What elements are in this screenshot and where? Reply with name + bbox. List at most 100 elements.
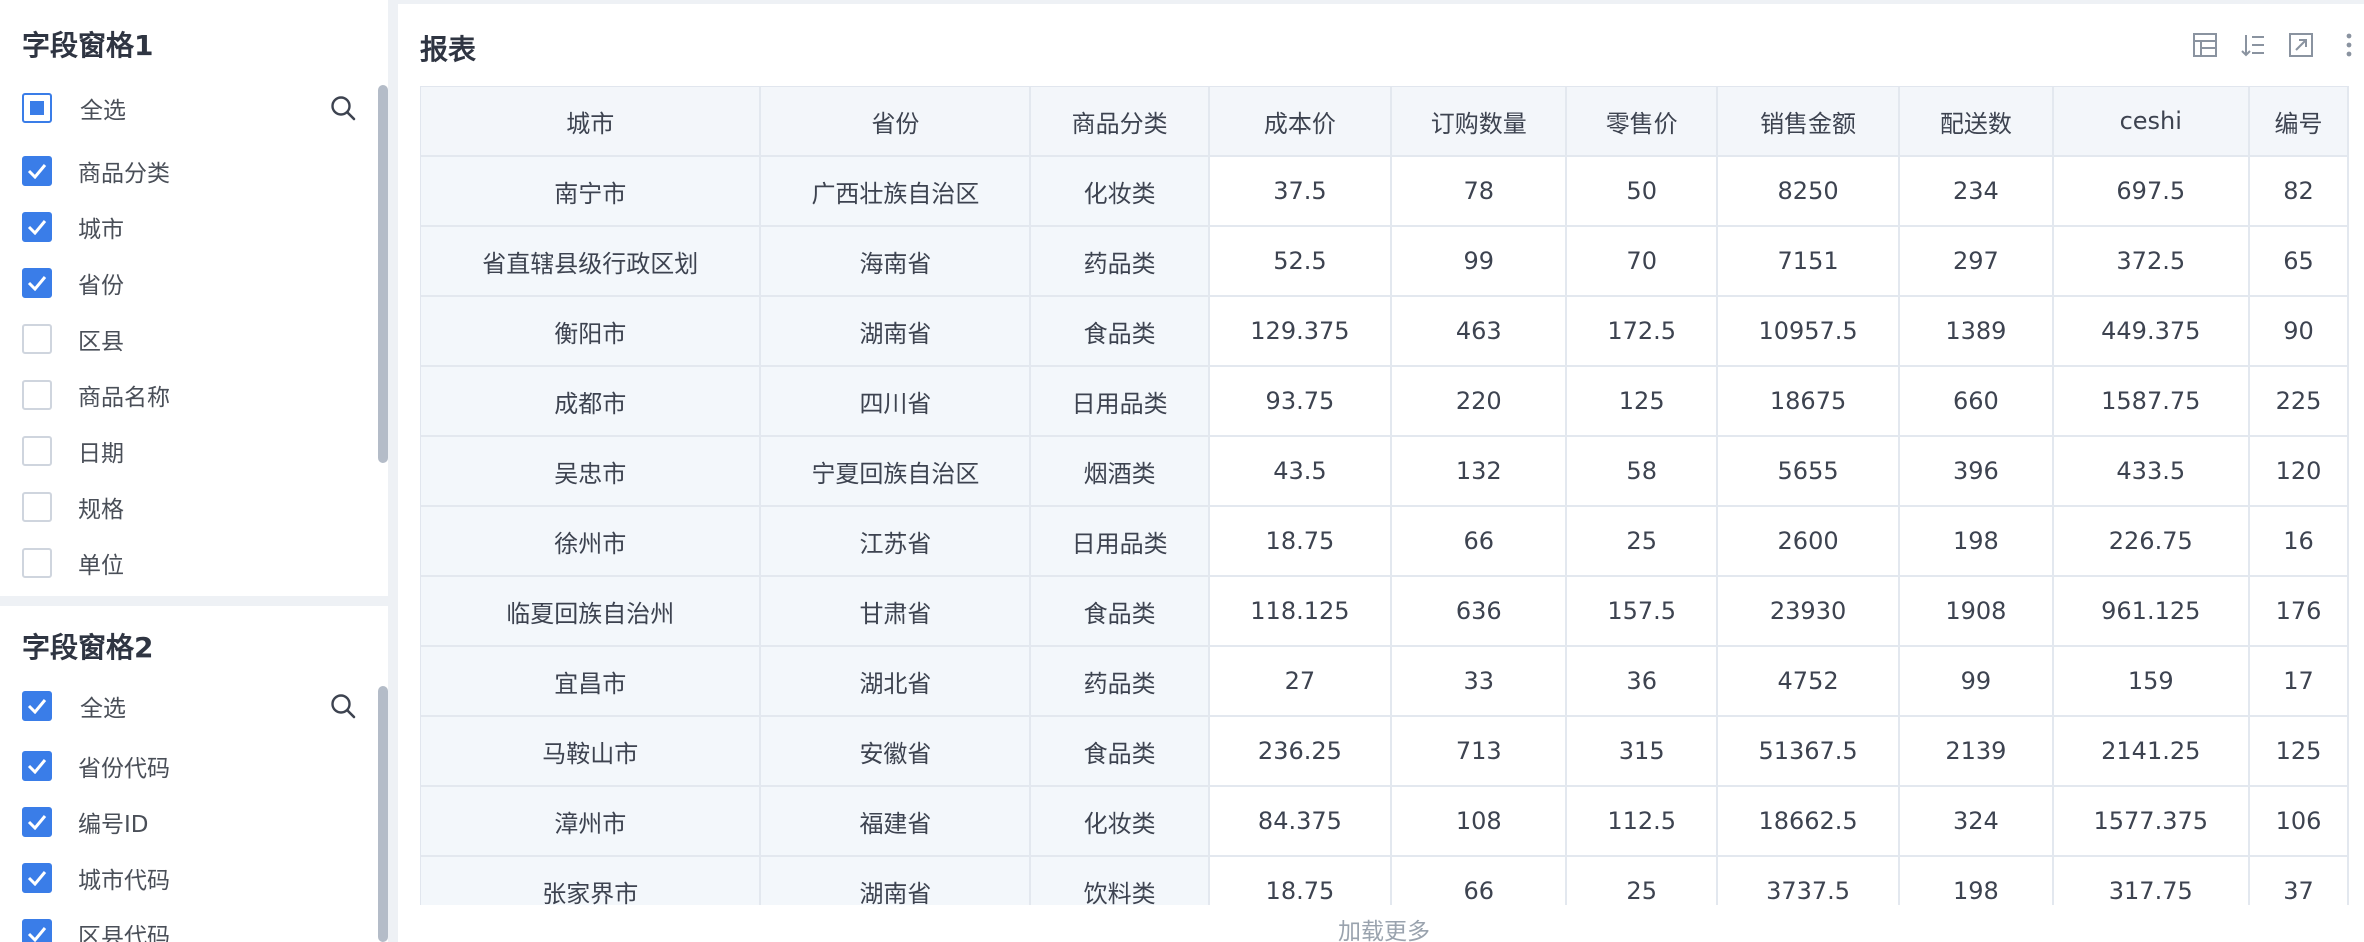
table-row[interactable]: 成都市 四川省 日用品类 93.75 220 125 18675 660 1587.75 225: [421, 366, 2349, 437]
load-more-link[interactable]: 加载更多: [420, 912, 2348, 942]
field-checkbox[interactable]: [22, 492, 52, 522]
table-row[interactable]: 临夏回族自治州 甘肃省 食品类 118.125 636 157.5 23930 1908 961…: [421, 576, 2349, 647]
field-item[interactable]: 区县代码: [22, 918, 170, 942]
table-cell: 临夏回族自治州: [421, 576, 762, 647]
field-checkbox[interactable]: [22, 436, 52, 466]
column-header[interactable]: 销售金额: [1716, 87, 1901, 157]
field-item[interactable]: 单位: [22, 547, 124, 579]
table-row[interactable]: 漳州市 福建省 化妆类 84.375 108 112.5 18662.5 324 1577.37…: [421, 786, 2349, 857]
report-panel: 报表 城市 省份 商品分类 成本价 订购数量 零售价 销售金额 配送数 ceshi 编号 南宁市广…: [398, 4, 2364, 942]
column-header[interactable]: 城市: [421, 87, 762, 157]
column-header[interactable]: 成本价: [1208, 87, 1393, 157]
select-all-row[interactable]: 全选: [22, 92, 126, 124]
field-item[interactable]: 城市: [22, 211, 124, 243]
table-cell: 张家界市: [421, 856, 762, 905]
select-all-checkbox[interactable]: [22, 93, 52, 123]
field-item[interactable]: 商品名称: [22, 379, 170, 411]
column-header[interactable]: 商品分类: [1030, 87, 1210, 157]
field-panel-1: 字段窗格1 全选 商品分类 城市 省份 区县 商品名称 日期 规格 单位: [0, 0, 388, 596]
table-cell: 湖北省: [760, 646, 1032, 717]
field-label: 区县: [78, 329, 124, 355]
field-checkbox[interactable]: [22, 156, 52, 186]
scrollbar[interactable]: [378, 686, 388, 942]
table-row[interactable]: 张家界市 湖南省 饮料类 18.75 66 25 3737.5 198 317.75 37: [421, 856, 2349, 905]
table-cell: 5655: [1716, 436, 1901, 507]
table-cell: 225: [2248, 366, 2349, 437]
column-header[interactable]: 订购数量: [1391, 87, 1568, 157]
table-cell: 食品类: [1030, 296, 1210, 367]
table-cell: 697.5: [2052, 156, 2250, 227]
table-cell: 58: [1566, 436, 1718, 507]
field-checkbox[interactable]: [22, 751, 52, 781]
table-cell: 湖南省: [760, 296, 1032, 367]
table-cell: 43.5: [1208, 436, 1393, 507]
search-icon[interactable]: [328, 691, 358, 721]
field-checkbox[interactable]: [22, 807, 52, 837]
field-item[interactable]: 编号ID: [22, 806, 149, 838]
table-cell: 66: [1391, 856, 1568, 905]
report-table-container[interactable]: 城市 省份 商品分类 成本价 订购数量 零售价 销售金额 配送数 ceshi 编号 南宁市 广西壮族…: [420, 86, 2349, 905]
field-checkbox[interactable]: [22, 919, 52, 942]
more-icon[interactable]: [2334, 30, 2364, 60]
field-item[interactable]: 日期: [22, 435, 124, 467]
field-label: 省份: [78, 273, 124, 299]
column-header[interactable]: ceshi: [2052, 87, 2250, 157]
field-item[interactable]: 商品分类: [22, 155, 170, 187]
select-all-checkbox[interactable]: [22, 691, 52, 721]
field-item[interactable]: 省份: [22, 267, 124, 299]
table-row[interactable]: 马鞍山市 安徽省 食品类 236.25 713 315 51367.5 2139 2141.25…: [421, 716, 2349, 787]
table-cell: 食品类: [1030, 576, 1210, 647]
table-cell: 99: [1391, 226, 1568, 297]
field-checkbox[interactable]: [22, 212, 52, 242]
table-cell: 449.375: [2052, 296, 2250, 367]
table-cell: 70: [1566, 226, 1718, 297]
field-checkbox[interactable]: [22, 324, 52, 354]
field-checkbox[interactable]: [22, 380, 52, 410]
layout-icon[interactable]: [2190, 30, 2220, 60]
field-checkbox[interactable]: [22, 548, 52, 578]
table-row[interactable]: 南宁市 广西壮族自治区 化妆类 37.5 78 50 8250 234 697.5 82: [421, 156, 2349, 227]
expand-icon[interactable]: [2286, 30, 2316, 60]
table-row[interactable]: 徐州市 江苏省 日用品类 18.75 66 25 2600 198 226.75 16: [421, 506, 2349, 577]
table-cell: 食品类: [1030, 716, 1210, 787]
table-cell: 宜昌市: [421, 646, 762, 717]
column-header[interactable]: 编号: [2248, 87, 2349, 157]
column-header[interactable]: 零售价: [1566, 87, 1718, 157]
field-label: 规格: [78, 497, 124, 523]
select-all-row[interactable]: 全选: [22, 690, 126, 722]
table-row[interactable]: 宜昌市 湖北省 药品类 27 33 36 4752 99 159 17: [421, 646, 2349, 717]
table-cell: 226.75: [2052, 506, 2250, 577]
field-item[interactable]: 省份代码: [22, 750, 170, 782]
table-row[interactable]: 吴忠市 宁夏回族自治区 烟酒类 43.5 132 58 5655 396 433.5 120: [421, 436, 2349, 507]
table-cell: 159: [2052, 646, 2250, 717]
table-cell: 317.75: [2052, 856, 2250, 905]
table-cell: 198: [1899, 506, 2054, 577]
field-item[interactable]: 区县: [22, 323, 124, 355]
table-row[interactable]: 衡阳市 湖南省 食品类 129.375 463 172.5 10957.5 1389 449.3…: [421, 296, 2349, 367]
search-icon[interactable]: [328, 93, 358, 123]
table-cell: 1587.75: [2052, 366, 2250, 437]
field-label: 日期: [78, 441, 124, 467]
table-cell: 25: [1566, 506, 1718, 577]
table-cell: 82: [2248, 156, 2349, 227]
table-cell: 18.75: [1208, 856, 1393, 905]
table-cell: 132: [1391, 436, 1568, 507]
column-header[interactable]: 配送数: [1899, 87, 2054, 157]
table-cell: 福建省: [760, 786, 1032, 857]
table-cell: 50: [1566, 156, 1718, 227]
table-cell: 广西壮族自治区: [760, 156, 1032, 227]
field-label: 单位: [78, 553, 124, 579]
field-checkbox[interactable]: [22, 863, 52, 893]
field-checkbox[interactable]: [22, 268, 52, 298]
table-cell: 157.5: [1566, 576, 1718, 647]
sort-icon[interactable]: [2238, 30, 2268, 60]
table-cell: 37.5: [1208, 156, 1393, 227]
field-item[interactable]: 城市代码: [22, 862, 170, 894]
table-row[interactable]: 省直辖县级行政区划 海南省 药品类 52.5 99 70 7151 297 372.5 65: [421, 226, 2349, 297]
report-title: 报表: [420, 33, 477, 66]
column-header[interactable]: 省份: [760, 87, 1032, 157]
field-item[interactable]: 规格: [22, 491, 124, 523]
table-cell: 1908: [1899, 576, 2054, 647]
table-cell: 324: [1899, 786, 2054, 857]
scrollbar[interactable]: [378, 85, 388, 463]
